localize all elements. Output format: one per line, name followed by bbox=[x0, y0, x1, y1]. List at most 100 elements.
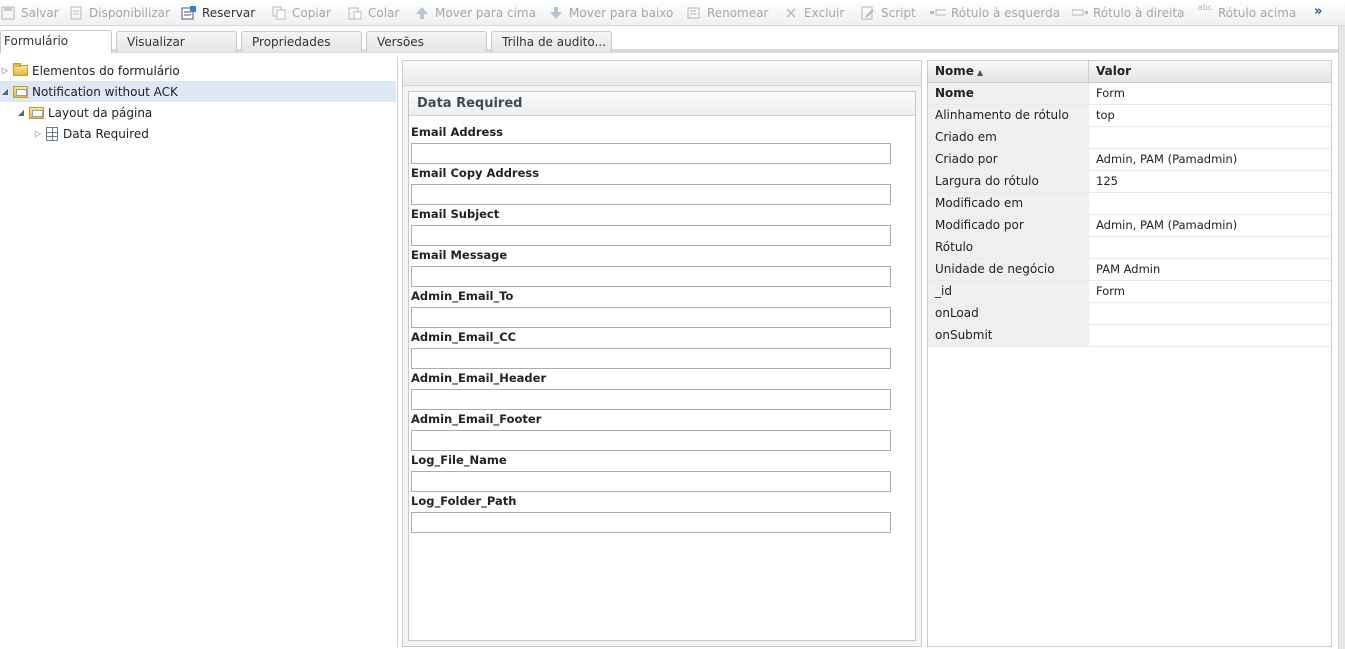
property-value[interactable] bbox=[1089, 127, 1331, 148]
property-name: Largura do rótulo bbox=[928, 171, 1089, 192]
arrow-down-icon bbox=[548, 5, 564, 21]
tree-item-label: Elementos do formulário bbox=[32, 63, 180, 78]
tab-versions[interactable]: Versões bbox=[366, 31, 487, 52]
log-folder-path-input[interactable] bbox=[411, 512, 891, 533]
copy-icon bbox=[271, 5, 287, 21]
tree-item-label: Layout da página bbox=[48, 105, 153, 120]
property-row[interactable]: Modificado em bbox=[928, 193, 1331, 215]
log-file-name-input[interactable] bbox=[411, 471, 891, 492]
rename-button[interactable]: Renomear bbox=[686, 0, 769, 26]
property-value[interactable] bbox=[1089, 325, 1331, 346]
data-required-panel[interactable]: Data Required Email Address Email Copy A… bbox=[408, 91, 916, 641]
sort-ascending-icon: ▲ bbox=[976, 68, 984, 77]
field-admin-email-footer: Admin_Email_Footer bbox=[411, 412, 891, 451]
email-message-input[interactable] bbox=[411, 266, 891, 287]
email-address-input[interactable] bbox=[411, 143, 891, 164]
field-admin-email-to: Admin_Email_To bbox=[411, 289, 891, 328]
tab-versions-label: Versões bbox=[377, 35, 424, 49]
label-above-button[interactable]: abc Rótulo acima bbox=[1197, 0, 1296, 26]
tree-item-data-required[interactable]: ▷ Data Required bbox=[33, 123, 396, 144]
tree-item-notification-without-ack[interactable]: ◢ Notification without ACK bbox=[0, 81, 396, 102]
property-row[interactable]: onLoad bbox=[928, 303, 1331, 325]
property-value[interactable] bbox=[1089, 303, 1331, 324]
column-header-value[interactable]: Valor bbox=[1089, 61, 1331, 82]
checkout-icon bbox=[181, 5, 197, 21]
property-name: Modificado por bbox=[928, 215, 1089, 236]
label-right-button[interactable]: Rótulo à direita bbox=[1072, 0, 1185, 26]
property-value[interactable]: 125 bbox=[1089, 171, 1331, 192]
move-up-button[interactable]: Mover para cima bbox=[414, 0, 536, 26]
script-button[interactable]: Script bbox=[860, 0, 916, 26]
field-log-folder-path: Log_Folder_Path bbox=[411, 494, 891, 533]
admin-email-cc-input[interactable] bbox=[411, 348, 891, 369]
property-value[interactable] bbox=[1089, 193, 1331, 214]
tab-form[interactable]: Formulário bbox=[0, 30, 112, 53]
tab-properties[interactable]: Propriedades bbox=[241, 31, 362, 52]
tree-item-form-elements[interactable]: ▷ Elementos do formulário bbox=[0, 60, 396, 81]
script-icon bbox=[860, 5, 876, 21]
property-row[interactable]: _id Form bbox=[928, 281, 1331, 303]
field-label: Email Message bbox=[411, 248, 508, 262]
collapse-icon[interactable]: ◢ bbox=[16, 108, 26, 117]
admin-email-to-input[interactable] bbox=[411, 307, 891, 328]
field-email-message: Email Message bbox=[411, 248, 891, 287]
field-label: Admin_Email_Header bbox=[411, 371, 547, 385]
tree-item-page-layout[interactable]: ◢ Layout da página bbox=[16, 102, 396, 123]
delete-button[interactable]: Excluir bbox=[783, 0, 844, 26]
collapse-icon[interactable]: ◢ bbox=[0, 87, 10, 96]
tree-item-label: Data Required bbox=[63, 126, 149, 141]
admin-email-footer-input[interactable] bbox=[411, 430, 891, 451]
property-row[interactable]: Largura do rótulo 125 bbox=[928, 171, 1331, 193]
email-subject-input[interactable] bbox=[411, 225, 891, 246]
column-header-name[interactable]: Nome ▲ bbox=[928, 61, 1089, 82]
property-name: Rótulo bbox=[928, 237, 1089, 258]
paste-button[interactable]: Colar bbox=[347, 0, 399, 26]
move-up-label: Mover para cima bbox=[435, 6, 536, 20]
property-row[interactable]: Modificado por Admin, PAM (Pamadmin) bbox=[928, 215, 1331, 237]
copy-button[interactable]: Copiar bbox=[271, 0, 331, 26]
property-row[interactable]: Unidade de negócio PAM Admin bbox=[928, 259, 1331, 281]
save-button[interactable]: Salvar bbox=[0, 0, 59, 26]
move-down-button[interactable]: Mover para baixo bbox=[548, 0, 673, 26]
tab-audit-trail[interactable]: Trilha de audito... bbox=[491, 31, 612, 52]
publish-button[interactable]: Disponibilizar bbox=[68, 0, 170, 26]
property-value[interactable]: Form bbox=[1089, 83, 1331, 104]
copy-label: Copiar bbox=[292, 6, 331, 20]
property-value[interactable]: top bbox=[1089, 105, 1331, 126]
delete-label: Excluir bbox=[804, 6, 845, 20]
property-row[interactable]: Rótulo bbox=[928, 237, 1331, 259]
right-edge-rail bbox=[1338, 26, 1345, 649]
property-row[interactable]: Criado por Admin, PAM (Pamadmin) bbox=[928, 149, 1331, 171]
column-header-name-label: Nome bbox=[935, 64, 974, 78]
field-label: Admin_Email_Footer bbox=[411, 412, 542, 426]
label-above-icon: abc bbox=[1197, 3, 1213, 12]
more-toolbar-button[interactable]: » bbox=[1314, 4, 1322, 19]
property-value[interactable]: PAM Admin bbox=[1089, 259, 1331, 280]
property-value[interactable]: Form bbox=[1089, 281, 1331, 302]
property-value[interactable]: Admin, PAM (Pamadmin) bbox=[1089, 215, 1331, 236]
label-left-icon bbox=[930, 5, 946, 21]
field-label: Admin_Email_To bbox=[411, 289, 514, 303]
property-value[interactable]: Admin, PAM (Pamadmin) bbox=[1089, 149, 1331, 170]
property-name: onLoad bbox=[928, 303, 1089, 324]
properties-grid: Nome ▲ Valor Nome Form Alinhamento de rótu… bbox=[927, 60, 1332, 647]
form-canvas: Data Required Email Address Email Copy A… bbox=[402, 60, 922, 647]
property-row[interactable]: Alinhamento de rótulo top bbox=[928, 105, 1331, 127]
admin-email-header-input[interactable] bbox=[411, 389, 891, 410]
expand-icon[interactable]: ▷ bbox=[33, 129, 43, 138]
arrow-up-icon bbox=[414, 5, 430, 21]
expand-icon[interactable]: ▷ bbox=[0, 66, 10, 75]
publish-icon bbox=[68, 5, 84, 21]
property-value[interactable] bbox=[1089, 237, 1331, 258]
rename-label: Renomear bbox=[707, 6, 769, 20]
tab-preview[interactable]: Visualizar bbox=[116, 31, 237, 52]
publish-label: Disponibilizar bbox=[89, 6, 170, 20]
property-name: onSubmit bbox=[928, 325, 1089, 346]
label-left-button[interactable]: Rótulo à esquerda bbox=[930, 0, 1060, 26]
email-copy-address-input[interactable] bbox=[411, 184, 891, 205]
property-row[interactable]: Criado em bbox=[928, 127, 1331, 149]
property-row[interactable]: onSubmit bbox=[928, 325, 1331, 347]
property-row[interactable]: Nome Form bbox=[928, 83, 1331, 105]
checkout-button[interactable]: Reservar bbox=[181, 0, 255, 26]
tab-strip: Formulário Visualizar Propriedades Versõ… bbox=[0, 26, 1338, 53]
